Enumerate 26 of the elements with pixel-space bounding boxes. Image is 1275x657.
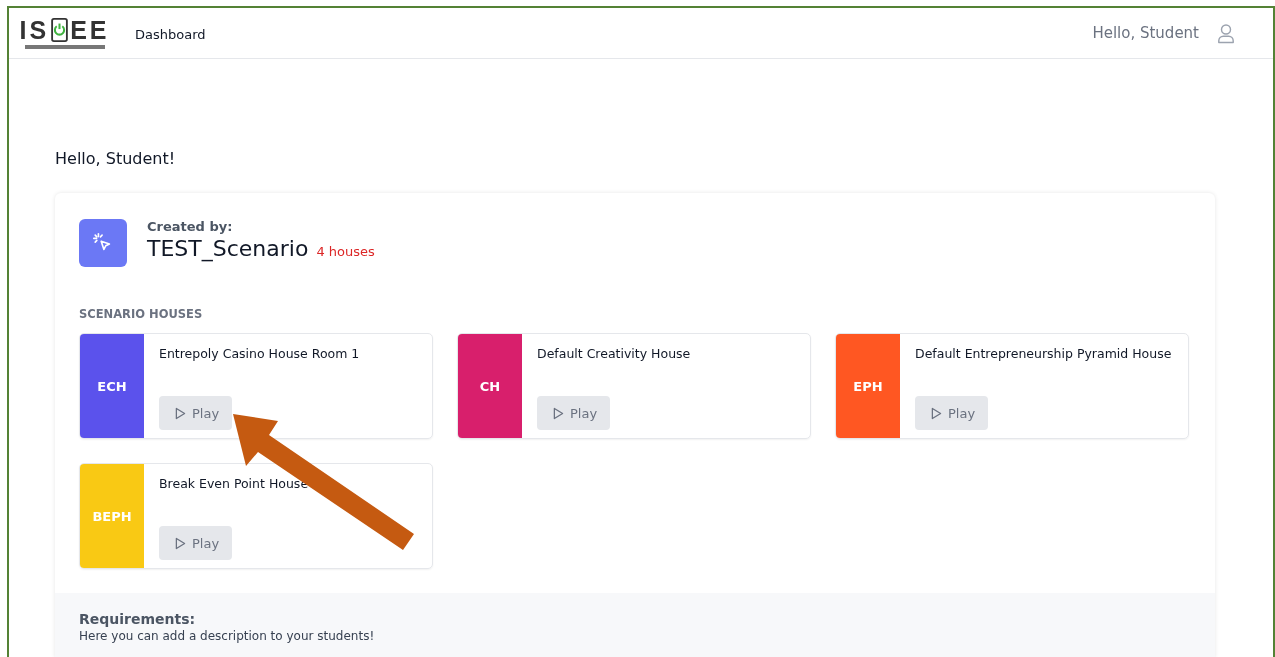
scenario-name: TEST_Scenario xyxy=(147,236,309,261)
cursor-click-icon xyxy=(79,219,127,267)
play-button[interactable]: Play xyxy=(159,526,233,560)
play-icon xyxy=(175,406,186,420)
house-badge: EPH xyxy=(836,334,900,438)
user-greeting: Hello, Student xyxy=(1092,24,1199,42)
requirements-text: Here you can add a description to your students! xyxy=(79,629,376,643)
page-greeting: Hello, Student! xyxy=(55,149,177,168)
section-label: SCENARIO HOUSES xyxy=(79,307,204,321)
house-title: Default Entrepreneurship Pyramid House xyxy=(915,346,1172,361)
house-count: 4 houses xyxy=(316,244,375,259)
user-icon[interactable] xyxy=(1217,22,1235,44)
house-title: Entrepoly Casino House Room 1 xyxy=(159,346,360,361)
house-badge: ECH xyxy=(80,334,144,438)
nav-link[interactable]: Dashboard xyxy=(135,26,206,42)
created-by-label: Created by: xyxy=(147,219,234,234)
house-badge: BEPH xyxy=(80,464,144,568)
play-icon xyxy=(175,536,186,550)
play-icon xyxy=(553,406,564,420)
play-button[interactable]: Play xyxy=(537,396,611,430)
house-badge: CH xyxy=(458,334,522,438)
requirements-title: Requirements: xyxy=(79,611,197,627)
play-button[interactable]: Play xyxy=(915,396,989,430)
house-title: Default Creativity House xyxy=(537,346,691,361)
play-icon xyxy=(931,406,942,420)
play-button[interactable]: Play xyxy=(159,396,233,430)
